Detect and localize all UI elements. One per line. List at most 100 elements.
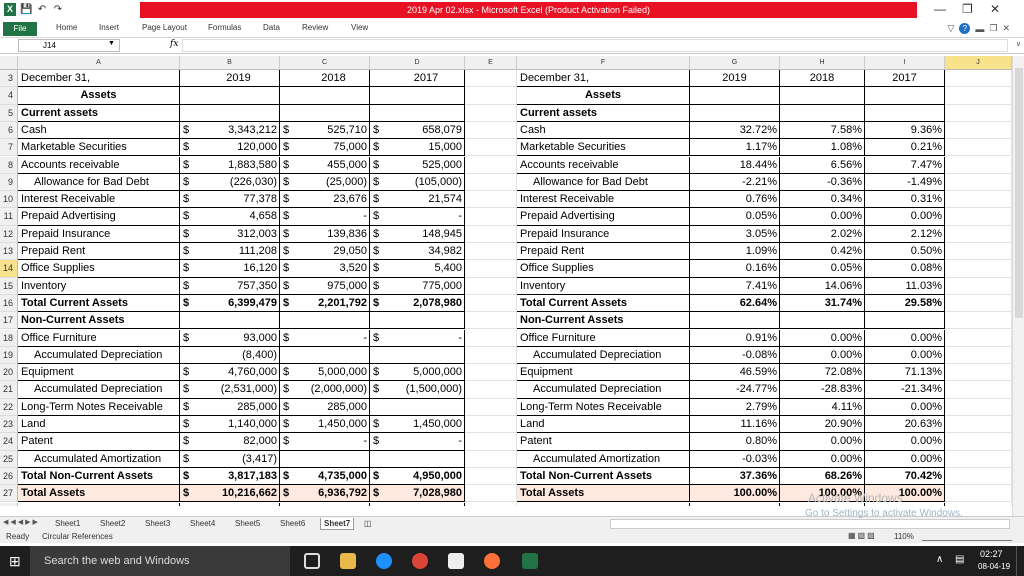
cell-e28[interactable]: [465, 502, 517, 506]
cell-d-currency13[interactable]: $: [370, 243, 388, 261]
cell-h14[interactable]: 0.05%: [780, 260, 865, 278]
tab-data[interactable]: Data: [263, 23, 280, 32]
cell-e15[interactable]: [465, 277, 517, 295]
cell-f18[interactable]: Office Furniture: [517, 329, 690, 347]
cell-e12[interactable]: [465, 225, 517, 243]
cell-b22[interactable]: 285,000: [198, 398, 280, 416]
cell-d7[interactable]: 15,000: [388, 139, 465, 157]
cell-j18[interactable]: [945, 329, 1012, 347]
expand-formula-bar-icon[interactable]: ∨: [1016, 40, 1021, 48]
cell-a8[interactable]: Accounts receivable: [18, 156, 180, 174]
cell-c-currency13[interactable]: $: [280, 243, 298, 261]
cell-i8[interactable]: 7.47%: [865, 156, 945, 174]
cell-b13[interactable]: 111,208: [198, 243, 280, 261]
cell-b-currency13[interactable]: $: [180, 243, 198, 261]
cell-g9[interactable]: -2.21%: [690, 173, 780, 192]
cell-i15[interactable]: 11.03%: [865, 277, 945, 295]
column-header-h[interactable]: H: [780, 56, 865, 70]
cell-c-currency16[interactable]: $: [280, 295, 298, 313]
cell-f17[interactable]: Non-Current Assets: [517, 312, 690, 330]
chrome-icon[interactable]: [412, 553, 428, 569]
tab-insert[interactable]: Insert: [99, 23, 119, 32]
cell-a4[interactable]: Assets: [18, 87, 180, 105]
column-header-e[interactable]: E: [465, 56, 517, 70]
cell-g4[interactable]: [690, 87, 780, 105]
cell-d-currency28[interactable]: [370, 503, 388, 507]
cell-c27[interactable]: 6,936,792: [298, 485, 370, 503]
cell-e24[interactable]: [465, 433, 517, 451]
cell-b-currency19[interactable]: [180, 347, 198, 365]
cell-c-currency24[interactable]: $: [280, 433, 298, 451]
cell-b-currency6[interactable]: $: [180, 122, 198, 140]
row-header-6[interactable]: 6: [0, 121, 18, 140]
cell-d-currency20[interactable]: $: [370, 364, 388, 382]
cell-a19[interactable]: Accumulated Depreciation: [18, 346, 180, 365]
row-header-9[interactable]: 9: [0, 173, 18, 192]
cell-a24[interactable]: Patent: [18, 433, 180, 451]
cell-d-currency16[interactable]: $: [370, 295, 388, 313]
row-header-13[interactable]: 13: [0, 243, 18, 261]
cell-d26[interactable]: 4,950,000: [388, 467, 465, 486]
cell-b-currency11[interactable]: $: [180, 208, 198, 226]
cell-i17[interactable]: [865, 312, 945, 330]
cell-i23[interactable]: 20.63%: [865, 416, 945, 434]
cell-i20[interactable]: 71.13%: [865, 364, 945, 382]
cell-e17[interactable]: [465, 312, 517, 330]
cell-d23[interactable]: 1,450,000: [388, 416, 465, 434]
cell-b19[interactable]: (8,400): [198, 346, 280, 365]
cell-g17[interactable]: [690, 312, 780, 330]
cell-c26[interactable]: 4,735,000: [298, 467, 370, 486]
cell-e10[interactable]: [465, 191, 517, 209]
name-box[interactable]: J14: [18, 39, 120, 52]
tab-view[interactable]: View: [351, 23, 368, 32]
cell-b20[interactable]: 4,760,000: [198, 364, 280, 382]
cell-e21[interactable]: [465, 381, 517, 399]
cell-j25[interactable]: [945, 450, 1012, 468]
cell-c16[interactable]: 2,201,792: [298, 294, 370, 313]
cell-h8[interactable]: 6.56%: [780, 156, 865, 174]
cell-d9[interactable]: (105,000): [388, 173, 465, 192]
cell-g27[interactable]: 100.00%: [690, 485, 780, 503]
cell-b18[interactable]: 93,000: [198, 329, 280, 347]
cell-g21[interactable]: -24.77%: [690, 381, 780, 399]
cell-d20[interactable]: 5,000,000: [388, 364, 465, 382]
cell-i6[interactable]: 9.36%: [865, 121, 945, 140]
cell-d22[interactable]: [388, 398, 465, 416]
cell-c11[interactable]: -: [298, 208, 370, 226]
cell-b-currency15[interactable]: $: [180, 278, 198, 295]
row-header-16[interactable]: 16: [0, 294, 18, 313]
restore-workbook-icon[interactable]: ❐: [989, 23, 997, 34]
cell-b-currency24[interactable]: $: [180, 433, 198, 451]
cell-g24[interactable]: 0.80%: [690, 433, 780, 451]
cell-d-currency19[interactable]: [370, 347, 388, 365]
clock-time[interactable]: 02:27: [980, 549, 1003, 559]
cell-d-currency15[interactable]: $: [370, 278, 388, 295]
cell-f3[interactable]: December 31,: [517, 70, 690, 88]
minimize-workbook-icon[interactable]: ▬: [975, 24, 984, 34]
cell-h16[interactable]: 31.74%: [780, 294, 865, 313]
cell-g20[interactable]: 46.59%: [690, 364, 780, 382]
cell-c-currency8[interactable]: $: [280, 157, 298, 174]
row-header-7[interactable]: 7: [0, 139, 18, 157]
cell-j27[interactable]: [945, 485, 1012, 503]
cell-c-currency12[interactable]: $: [280, 226, 298, 243]
row-header-20[interactable]: 20: [0, 364, 18, 382]
cell-a14[interactable]: Office Supplies: [18, 260, 180, 278]
cell-c-currency5[interactable]: [280, 105, 298, 122]
task-view-icon[interactable]: [304, 553, 320, 569]
cell-b10[interactable]: 77,378: [198, 191, 280, 209]
cell-d13[interactable]: 34,982: [388, 243, 465, 261]
cell-i7[interactable]: 0.21%: [865, 139, 945, 157]
cell-b9[interactable]: (226,030): [198, 173, 280, 192]
cell-b4[interactable]: [198, 87, 280, 105]
cell-a22[interactable]: Long-Term Notes Receivable: [18, 398, 180, 416]
cell-g7[interactable]: 1.17%: [690, 139, 780, 157]
cell-c14[interactable]: 3,520: [298, 260, 370, 278]
cell-b17[interactable]: [198, 312, 280, 330]
cell-b-currency10[interactable]: $: [180, 191, 198, 209]
cell-d15[interactable]: 775,000: [388, 277, 465, 295]
cell-i13[interactable]: 0.50%: [865, 243, 945, 261]
cell-d21[interactable]: (1,500,000): [388, 381, 465, 399]
cell-j26[interactable]: [945, 467, 1012, 486]
cell-b21[interactable]: (2,531,000): [198, 381, 280, 399]
